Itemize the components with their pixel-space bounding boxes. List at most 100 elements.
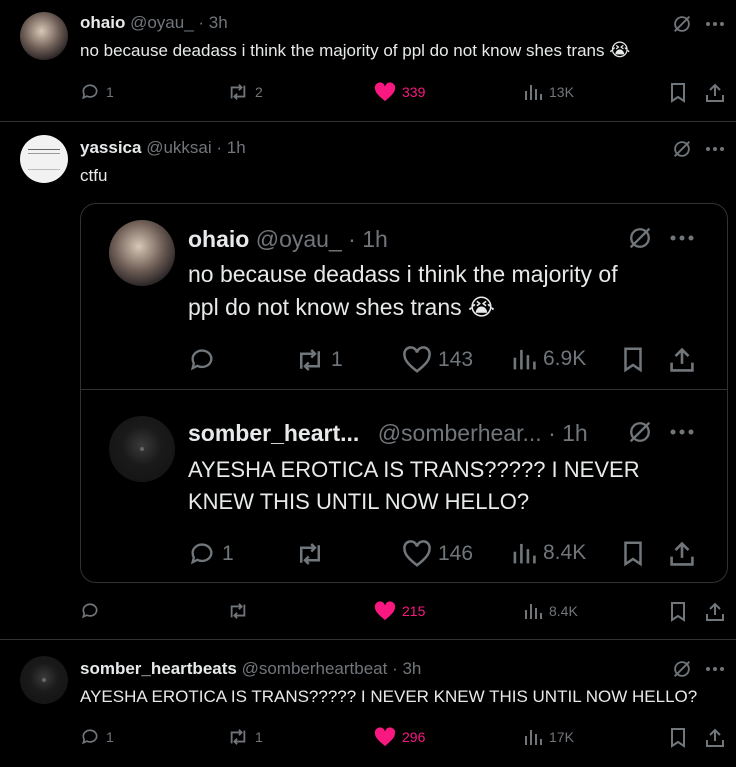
like-button[interactable]: 146 (402, 540, 473, 568)
more-icon[interactable] (702, 12, 728, 36)
tweet-text: ctfu (80, 166, 108, 185)
grok-icon[interactable] (624, 222, 656, 254)
more-icon[interactable] (667, 420, 697, 444)
grok-icon[interactable] (624, 416, 656, 448)
views-button[interactable]: 13K (523, 82, 574, 102)
views-count: 8.4K (543, 541, 587, 564)
grok-icon[interactable] (670, 12, 694, 36)
tweet-text: no because deadass i think the majority … (80, 41, 605, 60)
tweet-time[interactable]: · 1h (348, 226, 388, 252)
retweet-button[interactable] (295, 540, 325, 568)
share-icon[interactable] (704, 601, 726, 623)
tweet-time[interactable]: · 1h (216, 138, 245, 157)
retweet-count: 1 (331, 348, 343, 371)
views-count: 13K (549, 84, 574, 100)
like-button[interactable]: 215 (374, 601, 425, 621)
retweet-button[interactable]: 2 (227, 82, 263, 102)
like-count: 146 (438, 542, 474, 565)
author-name[interactable]: ohaio (188, 226, 249, 252)
share-icon[interactable] (704, 727, 726, 749)
tweet-text-line2: KNEW THIS UNTIL NOW HELLO? (188, 489, 530, 514)
author-name[interactable]: somber_heartbeats (80, 659, 237, 678)
grok-icon[interactable] (670, 137, 694, 161)
tweet-text-line2: ppl do not know shes trans (188, 294, 462, 320)
views-icon (513, 349, 536, 370)
retweet-count: 2 (255, 84, 263, 100)
like-count: 215 (402, 603, 426, 619)
tweet-time[interactable]: · 3h (198, 13, 227, 32)
views-count: 8.4K (549, 603, 578, 619)
share-icon[interactable] (668, 346, 696, 374)
quote-divider (81, 389, 727, 390)
bookmark-icon[interactable] (619, 540, 647, 568)
views-button[interactable]: 8.4K (511, 540, 586, 566)
views-button[interactable]: 8.4K (523, 601, 578, 621)
tweet-time[interactable]: · 3h (392, 659, 421, 678)
more-icon[interactable] (667, 226, 697, 250)
reply-button[interactable] (80, 601, 100, 621)
reply-icon (190, 349, 213, 371)
author-name[interactable]: somber_heart... (188, 420, 359, 446)
views-button[interactable]: 17K (523, 727, 574, 747)
avatar[interactable] (20, 12, 68, 60)
views-button[interactable]: 6.9K (511, 346, 586, 372)
more-icon[interactable] (702, 657, 728, 681)
bookmark-icon[interactable] (619, 346, 647, 374)
loudly-crying-emoji: 😭 (468, 294, 495, 320)
share-icon[interactable] (704, 82, 726, 104)
reply-button[interactable]: 1 (80, 82, 114, 102)
author-handle[interactable]: @oyau_ (130, 13, 194, 32)
like-button[interactable]: 143 (402, 346, 473, 374)
retweet-icon (300, 349, 320, 371)
author-name[interactable]: ohaio (80, 13, 125, 32)
like-count: 339 (402, 84, 426, 100)
retweet-button[interactable] (227, 601, 249, 621)
more-icon[interactable] (702, 137, 728, 161)
heart-filled-icon (374, 727, 396, 747)
avatar[interactable] (20, 135, 68, 183)
reply-button[interactable] (188, 346, 216, 374)
retweet-count: 1 (255, 729, 263, 745)
views-icon (513, 543, 536, 564)
like-count: 296 (402, 729, 426, 745)
retweet-icon (230, 729, 246, 745)
author-name[interactable]: yassica (80, 138, 141, 157)
tweet-time[interactable]: · 1h (548, 420, 588, 446)
avatar[interactable] (20, 656, 68, 704)
views-count: 17K (549, 729, 574, 745)
bookmark-icon[interactable] (667, 601, 689, 623)
reply-button[interactable]: 1 (80, 727, 114, 747)
reply-icon (190, 543, 213, 565)
author-handle[interactable]: @somberhear... (378, 420, 542, 446)
avatar[interactable] (109, 416, 175, 482)
avatar[interactable] (109, 220, 175, 286)
tweet-text-line1: AYESHA EROTICA IS TRANS????? I NEVER (188, 457, 640, 482)
author-handle[interactable]: @oyau_ (256, 226, 342, 252)
reply-count: 1 (106, 84, 114, 100)
tweet-text: AYESHA EROTICA IS TRANS????? I NEVER KNE… (80, 687, 698, 706)
views-icon (525, 85, 542, 100)
grok-icon[interactable] (670, 657, 694, 681)
heart-icon (403, 540, 431, 567)
reply-icon (82, 84, 98, 100)
author-handle[interactable]: @ukksai (146, 138, 211, 157)
views-icon (525, 604, 542, 619)
retweet-icon (230, 84, 246, 100)
views-icon (525, 730, 542, 745)
retweet-button[interactable]: 1 (227, 727, 263, 747)
reply-icon (82, 603, 98, 619)
retweet-button[interactable]: 1 (295, 346, 343, 374)
reply-button[interactable]: 1 (188, 540, 234, 568)
share-icon[interactable] (668, 540, 696, 568)
heart-filled-icon (374, 82, 396, 102)
author-handle[interactable]: @somberheartbeat (242, 659, 388, 678)
quoted-thread-card[interactable]: ohaio @oyau_ · 1h no because deadass i t… (80, 203, 728, 583)
bookmark-icon[interactable] (667, 727, 689, 749)
like-button[interactable]: 339 (374, 82, 425, 102)
bookmark-icon[interactable] (667, 82, 689, 104)
like-count: 143 (438, 348, 474, 371)
like-button[interactable]: 296 (374, 727, 425, 747)
retweet-icon (300, 543, 320, 565)
divider (0, 639, 736, 640)
heart-filled-icon (374, 601, 396, 621)
